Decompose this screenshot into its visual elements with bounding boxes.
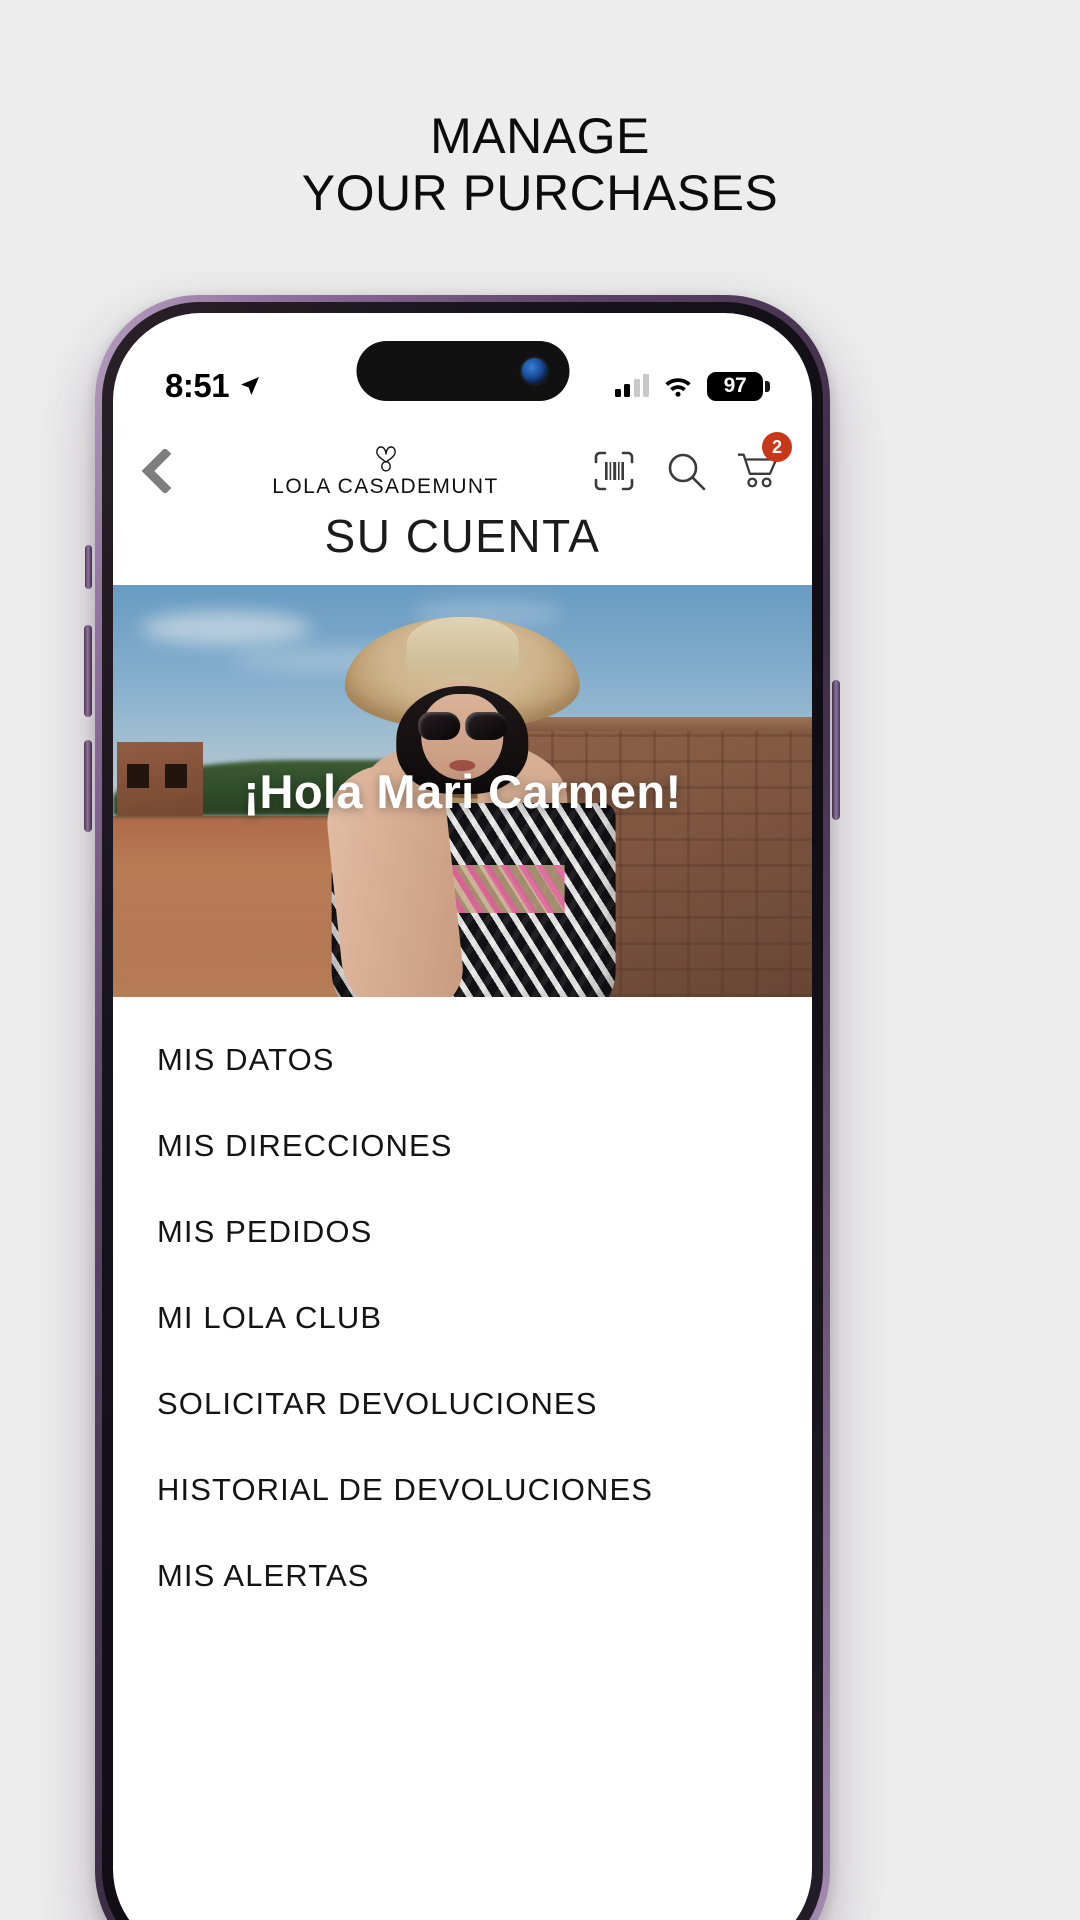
cart-badge: 2 bbox=[762, 432, 792, 462]
menu-item-label: MIS ALERTAS bbox=[157, 1558, 370, 1593]
brand-name: LOLA CASADEMUNT bbox=[272, 475, 499, 498]
promo-headline: MANAGE YOUR PURCHASES bbox=[0, 108, 1080, 222]
nav-actions: 2 bbox=[592, 432, 792, 494]
status-bar-right: 97 bbox=[614, 371, 770, 401]
app-nav-bar: LOLA CASADEMUNT 2 bbox=[113, 425, 812, 517]
promo-canvas: MANAGE YOUR PURCHASES 8:51 97 LOLA CASAD… bbox=[0, 0, 1080, 1920]
wifi-icon bbox=[665, 378, 691, 397]
chevron-left-icon bbox=[141, 449, 172, 493]
brand-logo[interactable]: LOLA CASADEMUNT bbox=[179, 443, 592, 499]
battery-percent: 97 bbox=[723, 374, 747, 397]
menu-item-mis-direcciones[interactable]: MIS DIRECCIONES bbox=[157, 1103, 768, 1189]
battery-indicator: 97 bbox=[707, 371, 770, 401]
hero-banner[interactable]: ¡Hola Mari Carmen! bbox=[113, 585, 812, 997]
menu-item-mis-pedidos[interactable]: MIS PEDIDOS bbox=[157, 1189, 768, 1275]
signal-bars-icon bbox=[614, 374, 649, 397]
heart-outline-icon bbox=[375, 446, 396, 472]
menu-item-label: MIS PEDIDOS bbox=[157, 1214, 373, 1249]
menu-item-mis-alertas[interactable]: MIS ALERTAS bbox=[157, 1533, 768, 1619]
menu-item-label: SOLICITAR DEVOLUCIONES bbox=[157, 1386, 598, 1421]
menu-item-label: MIS DIRECCIONES bbox=[157, 1128, 453, 1163]
location-arrow-icon bbox=[241, 377, 260, 395]
menu-item-mi-lola-club[interactable]: MI LOLA CLUB bbox=[157, 1275, 768, 1361]
menu-item-historial-devoluciones[interactable]: HISTORIAL DE DEVOLUCIONES bbox=[157, 1447, 768, 1533]
phone-inner-frame: 8:51 97 LOLA CASADEMUNT 2 SU CUENTA ¡Hol… bbox=[102, 302, 823, 1920]
silent-switch[interactable] bbox=[85, 545, 92, 589]
hero-greeting: ¡Hola Mari Carmen! bbox=[243, 764, 682, 818]
headline-line-2: YOUR PURCHASES bbox=[301, 165, 779, 221]
menu-item-mis-datos[interactable]: MIS DATOS bbox=[157, 1017, 768, 1103]
barcode-scan-icon[interactable] bbox=[592, 449, 636, 493]
phone-mockup: 8:51 97 LOLA CASADEMUNT 2 SU CUENTA ¡Hol… bbox=[95, 295, 830, 1920]
power-button[interactable] bbox=[832, 680, 840, 820]
volume-up-button[interactable] bbox=[84, 625, 92, 717]
menu-item-label: MIS DATOS bbox=[157, 1042, 335, 1077]
page-title: SU CUENTA bbox=[324, 510, 601, 562]
menu-item-solicitar-devoluciones[interactable]: SOLICITAR DEVOLUCIONES bbox=[157, 1361, 768, 1447]
volume-down-button[interactable] bbox=[84, 740, 92, 832]
headline-line-1: MANAGE bbox=[430, 108, 650, 164]
account-menu: MIS DATOS MIS DIRECCIONES MIS PEDIDOS MI… bbox=[113, 1017, 812, 1619]
search-icon[interactable] bbox=[664, 449, 708, 493]
phone-screen: 8:51 97 LOLA CASADEMUNT 2 SU CUENTA ¡Hol… bbox=[113, 313, 812, 1920]
dynamic-island bbox=[356, 341, 569, 401]
menu-item-label: HISTORIAL DE DEVOLUCIONES bbox=[157, 1472, 654, 1507]
status-time: 8:51 bbox=[165, 367, 230, 404]
back-button[interactable] bbox=[127, 442, 185, 500]
cart-button[interactable]: 2 bbox=[736, 432, 792, 494]
menu-item-label: MI LOLA CLUB bbox=[157, 1300, 383, 1335]
status-bar-left: 8:51 bbox=[165, 367, 262, 405]
front-camera-icon bbox=[521, 358, 547, 384]
